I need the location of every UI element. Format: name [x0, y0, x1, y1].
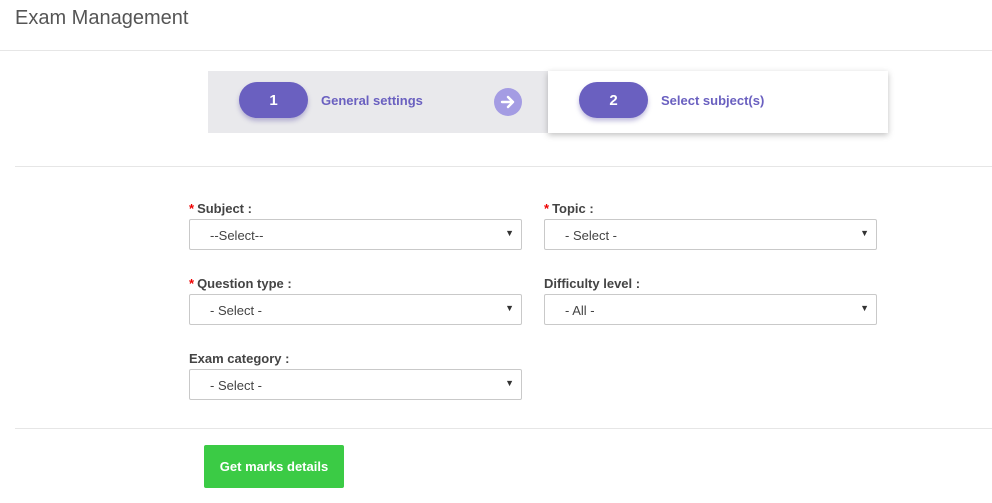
question-type-select[interactable]: - Select - ▼	[189, 294, 522, 325]
wizard-stepper: 1 General settings 2 Select subject(s)	[208, 71, 888, 133]
caret-down-icon: ▼	[505, 228, 514, 238]
difficulty-level-select[interactable]: - All - ▼	[544, 294, 877, 325]
subject-field: * Subject : --Select-- ▼	[189, 200, 524, 250]
question-type-select-value: - Select -	[210, 303, 263, 318]
page-title: Exam Management	[15, 7, 189, 29]
exam-category-select-value: - Select -	[210, 378, 263, 393]
question-type-field: * Question type : - Select - ▼	[189, 275, 524, 325]
exam-category-label: Exam category :	[189, 351, 290, 366]
step-label: Select subject(s)	[661, 93, 765, 108]
subject-select[interactable]: --Select-- ▼	[189, 219, 522, 250]
caret-down-icon: ▼	[860, 303, 869, 313]
topic-select[interactable]: - Select - ▼	[544, 219, 877, 250]
caret-down-icon: ▼	[860, 228, 869, 238]
topic-label: * Topic :	[544, 201, 594, 216]
subject-label: * Subject :	[189, 201, 252, 216]
required-marker: *	[189, 276, 195, 291]
get-marks-details-button[interactable]: Get marks details	[204, 445, 344, 488]
difficulty-level-label: Difficulty level :	[544, 276, 641, 291]
difficulty-level-field: Difficulty level : - All - ▼	[544, 275, 879, 325]
required-marker: *	[544, 201, 550, 216]
difficulty-level-select-value: - All -	[565, 303, 595, 318]
caret-down-icon: ▼	[505, 303, 514, 313]
step-number-badge: 1	[239, 82, 308, 118]
topic-field: * Topic : - Select - ▼	[544, 200, 879, 250]
exam-category-select[interactable]: - Select - ▼	[189, 369, 522, 400]
caret-down-icon: ▼	[505, 378, 514, 388]
step-number-badge: 2	[579, 82, 648, 118]
question-type-label: * Question type :	[189, 276, 292, 291]
arrow-right-icon	[494, 88, 522, 116]
topic-select-value: - Select -	[565, 228, 618, 243]
section-divider	[15, 166, 992, 167]
step-label: General settings	[321, 93, 423, 108]
subject-select-value: --Select--	[210, 228, 264, 243]
form-footer-divider	[15, 428, 992, 429]
exam-category-field: Exam category : - Select - ▼	[189, 350, 524, 400]
required-marker: *	[189, 201, 195, 216]
step-select-subjects[interactable]: 2 Select subject(s)	[548, 71, 888, 133]
step-general-settings[interactable]: 1 General settings	[208, 71, 548, 133]
header-divider	[0, 50, 992, 51]
